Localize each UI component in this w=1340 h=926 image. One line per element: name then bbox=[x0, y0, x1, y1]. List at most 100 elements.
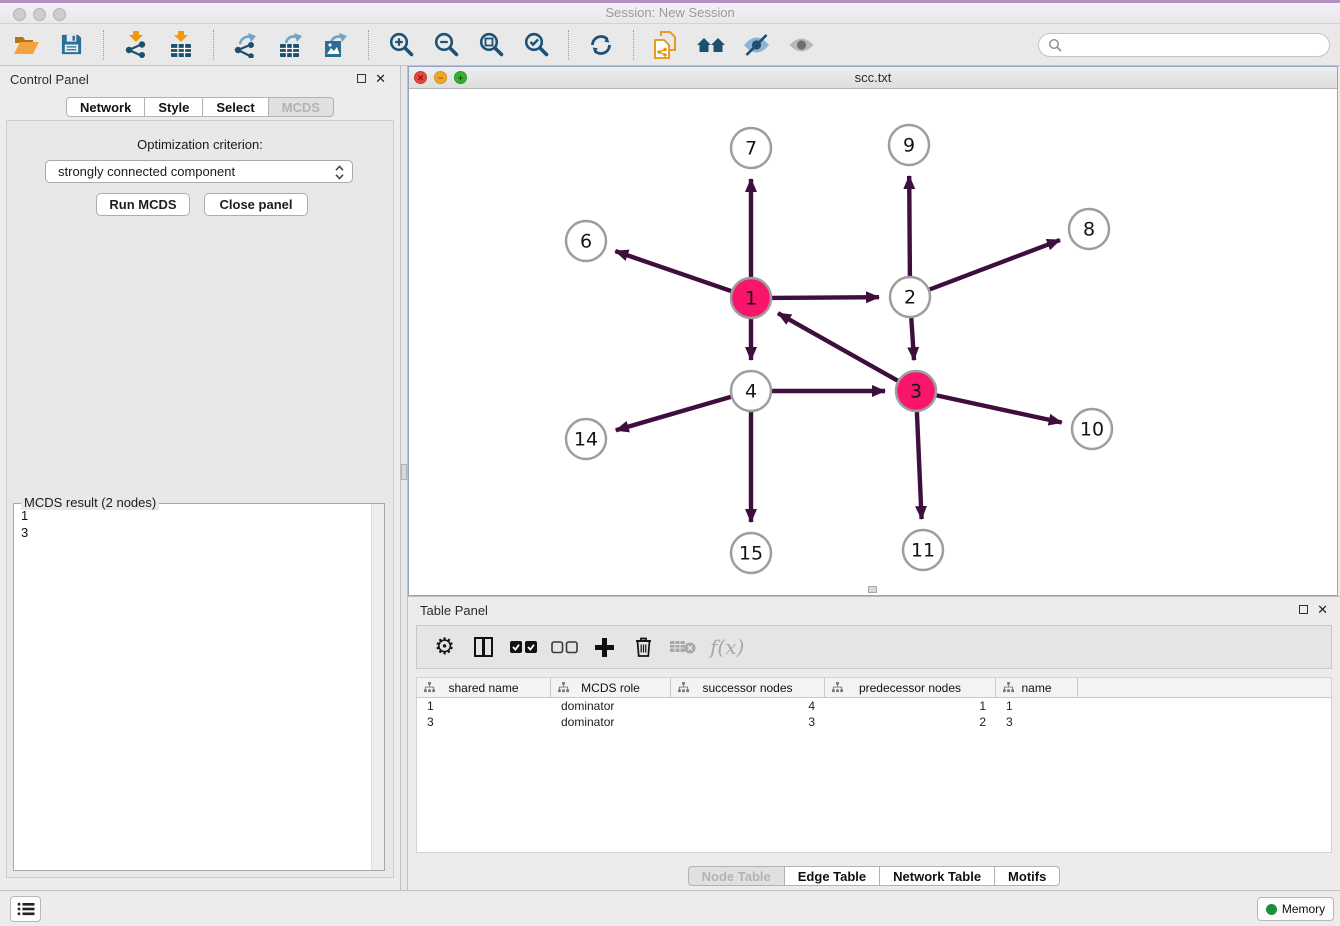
edge-2-8[interactable] bbox=[930, 240, 1060, 290]
table-row[interactable]: 3dominator323 bbox=[417, 714, 1331, 730]
column-header-predecessor-nodes[interactable]: predecessor nodes bbox=[825, 678, 996, 697]
close-panel-icon[interactable]: ✕ bbox=[375, 71, 386, 87]
import-table-icon[interactable] bbox=[165, 29, 197, 61]
close-panel-icon[interactable]: ✕ bbox=[1317, 602, 1328, 618]
table-row[interactable]: 1dominator411 bbox=[417, 698, 1331, 714]
destroy-column-icon[interactable] bbox=[670, 634, 696, 660]
node-label: 10 bbox=[1080, 419, 1104, 441]
network-graph[interactable]: 7 9 6 8 1 2 4 3 10 14 15 11 bbox=[409, 89, 1337, 595]
node-14[interactable]: 14 bbox=[566, 419, 606, 459]
node-label: 2 bbox=[904, 287, 916, 309]
zoom-in-icon[interactable] bbox=[385, 29, 417, 61]
search-input[interactable] bbox=[1067, 37, 1320, 52]
edge-1-6[interactable] bbox=[615, 251, 731, 291]
hierarchy-icon bbox=[1003, 682, 1014, 693]
column-label: MCDS role bbox=[581, 681, 640, 695]
table-tab-edge-table[interactable]: Edge Table bbox=[785, 866, 880, 886]
frame-close-icon[interactable]: ✕ bbox=[414, 71, 427, 84]
tab-style[interactable]: Style bbox=[145, 97, 203, 117]
memory-button[interactable]: Memory bbox=[1257, 897, 1334, 921]
window-minimize-button[interactable] bbox=[33, 8, 46, 21]
edge-2-9[interactable] bbox=[909, 176, 910, 276]
tab-mcds[interactable]: MCDS bbox=[269, 97, 334, 117]
table-tab-network-table[interactable]: Network Table bbox=[880, 866, 995, 886]
result-scrollbar[interactable] bbox=[371, 504, 384, 870]
column-header-successor-nodes[interactable]: successor nodes bbox=[671, 678, 825, 697]
edge-3-10[interactable] bbox=[937, 395, 1062, 422]
toolbar-separator bbox=[213, 30, 214, 60]
frame-maximize-icon[interactable]: + bbox=[454, 71, 467, 84]
network-from-file-icon[interactable] bbox=[650, 29, 682, 61]
show-all-icon[interactable] bbox=[785, 29, 817, 61]
tab-network[interactable]: Network bbox=[66, 97, 145, 117]
hide-selected-icon[interactable] bbox=[740, 29, 772, 61]
window-zoom-button[interactable] bbox=[53, 8, 66, 21]
node-4[interactable]: 4 bbox=[731, 371, 771, 411]
table-tab-motifs[interactable]: Motifs bbox=[995, 866, 1060, 886]
close-panel-button[interactable]: Close panel bbox=[204, 193, 308, 216]
zoom-selected-icon[interactable] bbox=[520, 29, 552, 61]
zoom-fit-icon[interactable] bbox=[475, 29, 507, 61]
node-2[interactable]: 2 bbox=[890, 277, 930, 317]
frame-minimize-icon[interactable]: − bbox=[434, 71, 447, 84]
network-window-titlebar[interactable]: ✕ − + scc.txt bbox=[409, 67, 1337, 89]
node-15[interactable]: 15 bbox=[731, 533, 771, 573]
mcds-result-box[interactable]: 1 3 bbox=[13, 503, 385, 871]
panel-splitter[interactable] bbox=[400, 66, 408, 890]
node-6[interactable]: 6 bbox=[566, 221, 606, 261]
task-history-button[interactable] bbox=[10, 896, 41, 922]
zoom-out-icon[interactable] bbox=[430, 29, 462, 61]
edge-2-3[interactable] bbox=[911, 318, 914, 360]
run-mcds-button[interactable]: Run MCDS bbox=[96, 193, 190, 216]
float-panel-icon[interactable] bbox=[1299, 605, 1308, 614]
hierarchy-icon bbox=[832, 682, 843, 693]
function-builder-icon[interactable]: f(x) bbox=[710, 634, 744, 660]
tab-select[interactable]: Select bbox=[203, 97, 268, 117]
save-icon[interactable] bbox=[55, 29, 87, 61]
node-label: 1 bbox=[745, 288, 757, 310]
node-7[interactable]: 7 bbox=[731, 128, 771, 168]
criterion-select[interactable]: strongly connected component bbox=[45, 160, 353, 183]
open-icon[interactable] bbox=[10, 29, 42, 61]
window-splitter-handle[interactable] bbox=[868, 586, 877, 593]
node-1[interactable]: 1 bbox=[731, 278, 771, 318]
column-label: predecessor nodes bbox=[859, 681, 961, 695]
export-image-icon[interactable] bbox=[320, 29, 352, 61]
node-label: 15 bbox=[739, 543, 763, 565]
node-11[interactable]: 11 bbox=[903, 530, 943, 570]
control-panel: Control Panel ✕ NetworkStyleSelectMCDS O… bbox=[0, 66, 400, 890]
float-panel-icon[interactable] bbox=[357, 74, 366, 83]
edge-3-1[interactable] bbox=[778, 313, 898, 381]
statusbar: Memory bbox=[0, 890, 1340, 926]
table-panel-header: Table Panel ✕ bbox=[408, 597, 1340, 625]
select-all-icon[interactable] bbox=[510, 634, 537, 660]
first-neighbors-icon[interactable] bbox=[695, 29, 727, 61]
export-table-icon[interactable] bbox=[275, 29, 307, 61]
node-10[interactable]: 10 bbox=[1072, 409, 1112, 449]
settings-icon[interactable]: ⚙ bbox=[432, 634, 457, 660]
cell-mcds-role: dominator bbox=[551, 715, 671, 729]
deselect-all-icon[interactable] bbox=[551, 634, 578, 660]
node-8[interactable]: 8 bbox=[1069, 209, 1109, 249]
import-network-icon[interactable] bbox=[120, 29, 152, 61]
column-header-name[interactable]: name bbox=[996, 678, 1078, 697]
splitter-handle[interactable] bbox=[401, 464, 407, 480]
node-3[interactable]: 3 bbox=[896, 371, 936, 411]
node-label: 7 bbox=[745, 138, 757, 160]
delete-column-icon[interactable] bbox=[631, 634, 656, 660]
table-tab-node-table[interactable]: Node Table bbox=[688, 866, 785, 886]
node-9[interactable]: 9 bbox=[889, 125, 929, 165]
edge-1-2[interactable] bbox=[772, 297, 879, 298]
column-header-mcds-role[interactable]: MCDS role bbox=[551, 678, 671, 697]
column-header-shared-name[interactable]: shared name bbox=[417, 678, 551, 697]
edge-3-11[interactable] bbox=[917, 412, 922, 519]
export-network-icon[interactable] bbox=[230, 29, 262, 61]
edge-4-14[interactable] bbox=[616, 397, 731, 430]
add-column-icon[interactable] bbox=[592, 634, 617, 660]
app-title: Session: New Session bbox=[0, 3, 1340, 23]
refresh-icon[interactable] bbox=[585, 29, 617, 61]
show-columns-icon[interactable] bbox=[471, 634, 496, 660]
table-panel-title: Table Panel bbox=[420, 603, 488, 618]
window-close-button[interactable] bbox=[13, 8, 26, 21]
memory-label: Memory bbox=[1282, 902, 1325, 916]
